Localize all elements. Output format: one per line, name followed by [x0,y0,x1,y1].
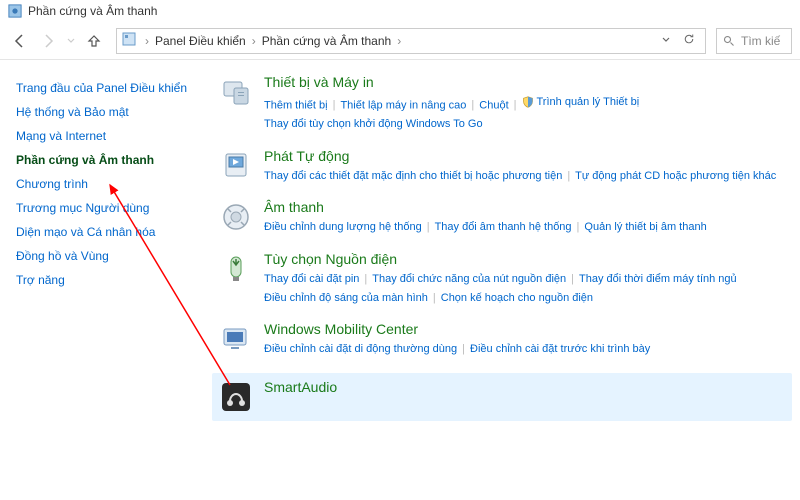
sidebar-item[interactable]: Trang đầu của Panel Điều khiển [16,76,190,100]
control-panel-icon [121,31,137,50]
forward-button[interactable] [36,29,60,53]
category-link[interactable]: Thiết lập máy in nâng cao [340,99,466,111]
category-row: Phát Tự động Thay đổi các thiết đặt mặc đ… [218,148,792,186]
chevron-right-icon: › [395,34,403,48]
sidebar-item[interactable]: Diện mạo và Cá nhân hóa [16,220,190,244]
category-title[interactable]: Tùy chọn Nguồn điện [264,251,792,267]
category-icon [218,199,254,235]
category-link[interactable]: Thay đổi thời điểm máy tính ngủ [579,273,737,285]
category-icon [218,74,254,110]
sidebar-item[interactable]: Hệ thống và Bảo mật [16,100,190,124]
category-link[interactable]: Tự động phát CD hoặc phương tiện khác [575,170,776,182]
category-link[interactable]: Điều chỉnh cài đặt di động thường dùng [264,343,457,355]
sidebar-item[interactable]: Phần cứng và Âm thanh [16,148,190,172]
back-button[interactable] [8,29,32,53]
category-title[interactable]: Thiết bị và Máy in [264,74,792,90]
category-row: Windows Mobility Center Điều chỉnh cài đặ… [218,321,792,359]
category-link[interactable]: Điều chỉnh dung lượng hệ thống [264,221,422,233]
category-links: Thay đổi các thiết đặt mặc định cho thiế… [264,167,792,186]
category-title[interactable]: Phát Tự động [264,148,792,164]
sidebar: Trang đầu của Panel Điều khiểnHệ thống v… [0,60,200,500]
title-bar: Phần cứng và Âm thanh [0,0,800,22]
breadcrumb-seg-1[interactable]: Panel Điều khiển [151,34,250,48]
category-link[interactable]: Chuột [479,99,508,111]
category-icon [218,321,254,357]
category-links: Thay đổi cài đặt pin|Thay đổi chức năng … [264,270,792,307]
main-content: Thiết bị và Máy in Thêm thiết bị|Thiết lậ… [200,60,800,500]
category-links: Điều chỉnh dung lượng hệ thống|Thay đổi … [264,218,792,237]
category-link[interactable]: Trình quản lý Thiết bị [537,93,640,112]
category-icon [218,148,254,184]
search-icon [723,35,735,47]
sidebar-item[interactable]: Mạng và Internet [16,124,190,148]
category-icon [218,251,254,287]
breadcrumb-seg-2[interactable]: Phần cứng và Âm thanh [258,34,395,48]
category-title[interactable]: SmartAudio [264,379,792,395]
chevron-right-icon: › [143,34,151,48]
category-link[interactable]: Điều chỉnh độ sáng của màn hình [264,292,428,304]
category-title[interactable]: Windows Mobility Center [264,321,792,337]
sidebar-item[interactable]: Trợ năng [16,268,190,292]
category-links: Thêm thiết bị|Thiết lập máy in nâng cao|… [264,93,792,134]
breadcrumb[interactable]: › Panel Điều khiển › Phần cứng và Âm tha… [116,28,706,54]
category-link[interactable]: Điều chỉnh cài đặt trước khi trình bày [470,343,650,355]
category-link[interactable]: Thay đổi các thiết đặt mặc định cho thiế… [264,170,562,182]
search-input[interactable]: Tìm kiế [716,28,792,54]
recent-dropdown[interactable] [64,29,78,53]
shield-icon [522,96,534,108]
toolbar: › Panel Điều khiển › Phần cứng và Âm tha… [0,22,800,60]
category-link[interactable]: Chọn kế hoạch cho nguồn điện [441,292,593,304]
category-row: Âm thanh Điều chỉnh dung lượng hệ thống|T… [218,199,792,237]
category-icon [218,379,254,415]
search-placeholder: Tìm kiế [741,34,780,48]
category-link[interactable]: Thay đổi cài đặt pin [264,273,359,285]
chevron-right-icon: › [250,34,258,48]
category-link[interactable]: Thêm thiết bị [264,99,328,111]
category-link[interactable]: Thay đổi chức năng của nút nguồn điện [372,273,566,285]
sidebar-item[interactable]: Đồng hồ và Vùng [16,244,190,268]
up-button[interactable] [82,29,106,53]
sidebar-item[interactable]: Chương trình [16,172,190,196]
window-title: Phần cứng và Âm thanh [28,4,157,18]
category-link[interactable]: Thay đổi tùy chọn khởi động Windows To G… [264,118,483,130]
category-links: Điều chỉnh cài đặt di động thường dùng|Đ… [264,340,792,359]
category-title[interactable]: Âm thanh [264,199,792,215]
category-link[interactable]: Quản lý thiết bị âm thanh [584,221,706,233]
category-link[interactable]: Thay đổi âm thanh hệ thống [435,221,572,233]
breadcrumb-dropdown[interactable] [655,34,677,48]
sidebar-item[interactable]: Trương mục Người dùng [16,196,190,220]
control-panel-icon [8,4,22,18]
category-row: SmartAudio [212,373,792,421]
refresh-button[interactable] [677,33,701,48]
category-row: Tùy chọn Nguồn điện Thay đổi cài đặt pin|… [218,251,792,307]
category-row: Thiết bị và Máy in Thêm thiết bị|Thiết lậ… [218,74,792,134]
